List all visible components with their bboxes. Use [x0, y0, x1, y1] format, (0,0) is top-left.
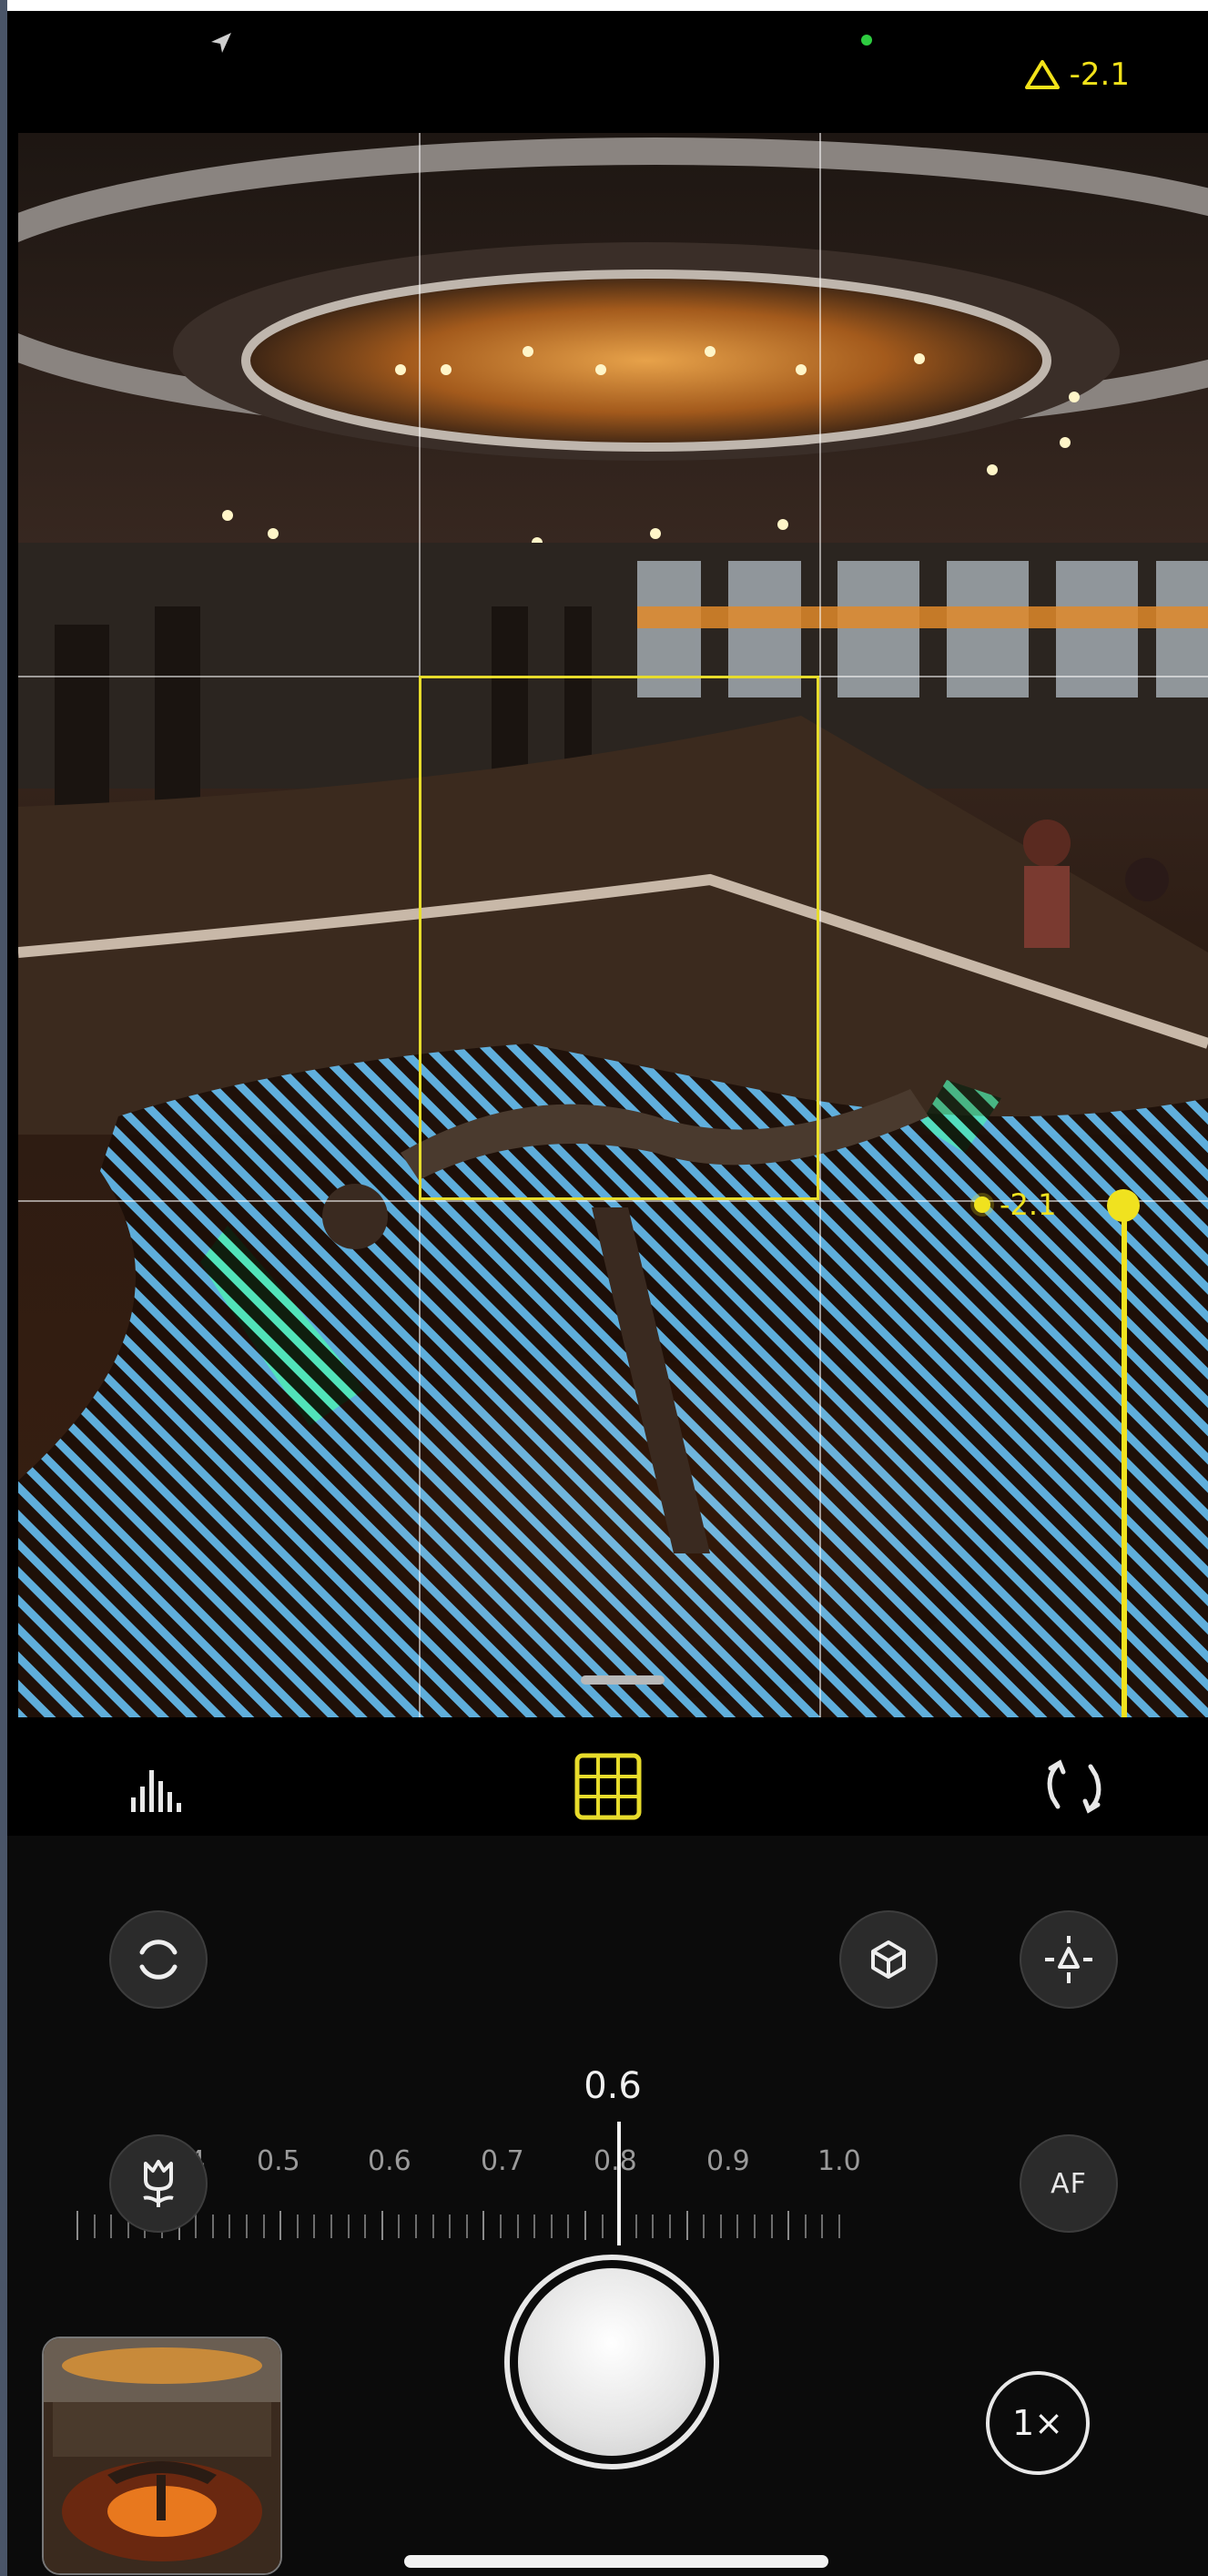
autofocus-button[interactable]: AF [1020, 2134, 1118, 2233]
exposure-slider-label: -2.1 [974, 1187, 1056, 1222]
grid-line [819, 133, 821, 1717]
ar-mode-button[interactable] [839, 1910, 938, 2009]
focus-scale-label: 0.8 [594, 2145, 637, 2177]
focus-scale-tick [669, 2215, 671, 2238]
shutter-button[interactable] [504, 2255, 719, 2469]
focus-scale-label: 0.6 [368, 2145, 411, 2177]
focus-scale-tick [838, 2215, 840, 2238]
navigation-arrow-icon [211, 33, 231, 53]
focus-scale-tick [415, 2215, 417, 2238]
focus-scale-tick [550, 2215, 553, 2238]
focus-scale-tick [754, 2215, 756, 2238]
focus-needle [617, 2122, 621, 2245]
drawer-handle[interactable] [581, 1675, 665, 1685]
focus-scale-tick [500, 2215, 502, 2238]
flip-camera-icon[interactable] [1038, 1750, 1111, 1823]
thumbnail-image [44, 2338, 280, 2573]
exposure-compensation-readout[interactable]: -2.1 [1024, 56, 1130, 93]
focus-scale-tick [703, 2215, 706, 2238]
histogram-icon[interactable] [124, 1750, 197, 1823]
focus-scale-tick [330, 2215, 332, 2238]
macro-button[interactable] [109, 2134, 208, 2233]
mode-toolbar [7, 1717, 1208, 1838]
focus-scale-tick [398, 2215, 401, 2238]
focus-scale-tick [195, 2215, 198, 2238]
focus-scale-tick [719, 2215, 722, 2238]
tulip-macro-icon [143, 2160, 174, 2207]
focus-scale-tick [381, 2211, 383, 2240]
focus-value-readout: 0.6 [584, 2065, 642, 2107]
focus-scale-tick [211, 2215, 214, 2238]
focus-scale-label: 1.0 [817, 2145, 861, 2177]
exposure-slider-track[interactable] [1122, 1204, 1127, 1717]
zoom-label: 1× [1011, 2403, 1064, 2443]
focus-scale-tick [431, 2215, 434, 2238]
last-photo-thumbnail[interactable] [42, 2337, 282, 2575]
ring-icon [139, 1940, 178, 1980]
focus-scale-tick [296, 2215, 299, 2238]
focus-scale-tick [93, 2215, 96, 2238]
focus-scale-tick [804, 2215, 807, 2238]
autofocus-label: AF [1051, 2167, 1087, 2200]
focus-scale-tick [76, 2211, 78, 2240]
focus-scale-tick [279, 2211, 282, 2240]
focus-scale-tick [821, 2215, 824, 2238]
focus-scale-tick [652, 2215, 655, 2238]
focus-scale-tick [601, 2215, 604, 2238]
exposure-triangle-icon [1024, 60, 1060, 89]
exposure-slider-value: -2.1 [1000, 1187, 1057, 1222]
focus-scale-tick [465, 2215, 468, 2238]
grid-icon[interactable] [572, 1750, 645, 1823]
focus-scale-tick [584, 2211, 586, 2240]
focus-scale-tick [770, 2215, 773, 2238]
exposure-lock-button[interactable] [1020, 1910, 1118, 2009]
focus-scale-tick [364, 2215, 367, 2238]
window-edge [0, 0, 7, 2576]
focus-scale-tick [110, 2215, 113, 2238]
exposure-lock-icon [1045, 1936, 1092, 1983]
focus-scale-tick [347, 2215, 350, 2238]
focus-scale-label: 0.5 [257, 2145, 300, 2177]
sun-icon [974, 1196, 990, 1213]
focus-scale-tick [449, 2215, 452, 2238]
focus-scale-tick [736, 2215, 739, 2238]
focus-scale-tick [634, 2215, 637, 2238]
focus-scale-tick [313, 2215, 316, 2238]
exposure-value-text: -2.1 [1069, 56, 1130, 93]
viewfinder[interactable]: -2.1 [18, 133, 1208, 1717]
shutter-button-inner [518, 2268, 706, 2456]
focus-exposure-box[interactable] [419, 676, 819, 1200]
focus-scale-label: 0.9 [706, 2145, 750, 2177]
exposure-slider-handle[interactable] [1107, 1189, 1140, 1222]
camera-active-indicator [861, 35, 872, 46]
home-indicator[interactable] [404, 2555, 828, 2568]
focus-scale-tick [685, 2211, 688, 2240]
focus-scale-tick [567, 2215, 570, 2238]
focus-scale-tick [482, 2211, 485, 2240]
status-bar: -2.1 [7, 11, 1208, 133]
focus-scale-tick [262, 2215, 265, 2238]
focus-scale-tick [246, 2215, 248, 2238]
focus-scale-label: 0.7 [481, 2145, 524, 2177]
focus-scale-tick [787, 2211, 790, 2240]
focus-scale-tick [516, 2215, 519, 2238]
focus-scale-tick [533, 2215, 536, 2238]
stabilization-button[interactable] [109, 1910, 208, 2009]
focus-scale-tick [228, 2215, 231, 2238]
cube-icon [871, 1940, 906, 1979]
zoom-button[interactable]: 1× [986, 2371, 1090, 2475]
camera-app-screen: -2.1 -2.1 0.6 0.5 0.6 0.7 0.8 0.9 1.0 AF… [7, 11, 1208, 2576]
